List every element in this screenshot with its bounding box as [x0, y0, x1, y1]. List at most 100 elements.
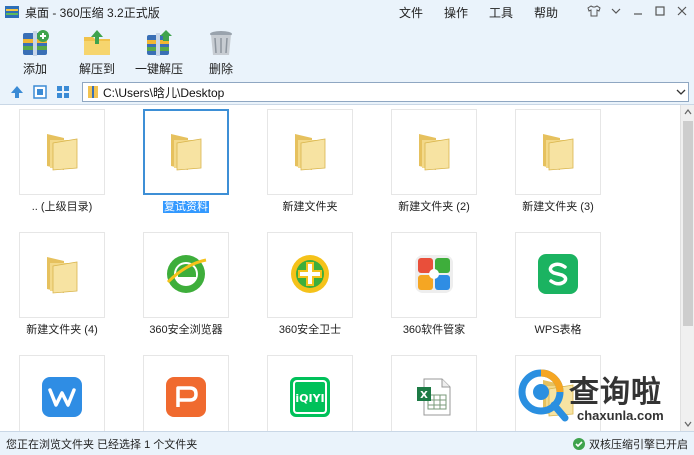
file-thumbnail: iQIYI	[267, 355, 353, 431]
file-thumbnail	[19, 355, 105, 431]
dropdown-icon	[611, 8, 621, 14]
wps-writer-icon	[40, 375, 84, 422]
file-name: 360安全卫士	[278, 324, 342, 336]
add-label: 添加	[22, 62, 47, 76]
menu-file[interactable]: 文件	[399, 0, 423, 24]
file-name: 新建文件夹 (3)	[522, 201, 594, 213]
file-thumbnail	[515, 109, 601, 195]
engine-status: 双核压缩引擎已开启	[572, 436, 688, 452]
watermark: 查询啦 chaxunla.com	[517, 364, 687, 434]
file-item[interactable]: 新建文件夹 (2)	[372, 107, 496, 227]
extract-to-button[interactable]: 解压到	[66, 24, 128, 80]
file-item[interactable]	[0, 353, 124, 431]
folder-icon	[292, 130, 328, 175]
folder-icon	[540, 130, 576, 175]
file-item[interactable]: .. (上级目录)	[0, 107, 124, 227]
skin-button[interactable]	[586, 3, 602, 19]
360-safe-icon	[288, 252, 332, 299]
chevron-down-icon[interactable]	[676, 88, 686, 96]
app-icon	[5, 6, 19, 18]
file-item[interactable]: iQIYI	[248, 353, 372, 431]
minimize-icon	[634, 13, 642, 15]
file-item[interactable]: 360软件管家	[372, 230, 496, 350]
file-name: WPS表格	[534, 324, 582, 336]
one-click-extract-button[interactable]: 一键解压	[128, 24, 190, 80]
iqiyi-icon: iQIYI	[288, 375, 332, 422]
wps-spreadsheet-icon	[536, 252, 580, 299]
grid-view-icon[interactable]	[55, 84, 71, 100]
address-bar: C:\Users\晗儿\Desktop	[0, 80, 694, 105]
extract-folder-icon	[84, 30, 110, 55]
menu-tools[interactable]: 工具	[489, 0, 513, 24]
file-name: 360软件管家	[402, 324, 466, 336]
window-controls	[586, 3, 690, 19]
file-name: 复试资料	[163, 201, 209, 213]
360-software-manager-icon	[412, 252, 456, 299]
folder-icon	[168, 130, 204, 175]
file-item[interactable]: 新建文件夹 (3)	[496, 107, 620, 227]
folder-zip-icon	[88, 86, 98, 98]
one-click-extract-label: 一键解压	[134, 62, 183, 76]
archive-add-icon	[23, 30, 49, 56]
scroll-up-arrow[interactable]	[681, 105, 694, 119]
file-name: 新建文件夹 (4)	[26, 324, 98, 336]
file-item[interactable]: WPS表格	[496, 230, 620, 350]
folder-icon	[44, 253, 80, 298]
file-thumbnail	[19, 109, 105, 195]
status-text: 您正在浏览文件夹 已经选择 1 个文件夹	[6, 438, 198, 451]
thumbnail-view-icon[interactable]	[32, 84, 48, 100]
maximize-icon	[655, 6, 665, 16]
maximize-button[interactable]	[652, 3, 668, 19]
excel-file-icon: X	[412, 375, 456, 422]
up-arrow-icon[interactable]	[9, 84, 25, 100]
close-icon	[677, 6, 687, 16]
magnifier-logo-icon	[518, 369, 569, 422]
file-thumbnail	[267, 232, 353, 318]
toolbar: 添加 解压到 一键解压 删除	[0, 24, 694, 80]
svg-text:X: X	[420, 390, 428, 401]
file-thumbnail	[143, 109, 229, 195]
menu-operation[interactable]: 操作	[444, 0, 468, 24]
file-thumbnail	[267, 109, 353, 195]
dual-core-icon	[573, 438, 585, 450]
file-item[interactable]: 360安全卫士	[248, 230, 372, 350]
file-thumbnail: X	[391, 355, 477, 431]
svg-text:iQIYI: iQIYI	[295, 392, 324, 405]
file-item[interactable]: 新建文件夹 (4)	[0, 230, 124, 350]
file-name: 360安全浏览器	[149, 324, 223, 336]
file-thumbnail	[391, 232, 477, 318]
file-item[interactable]	[124, 353, 248, 431]
extract-to-label: 解压到	[78, 62, 115, 76]
engine-status-text: 双核压缩引擎已开启	[589, 439, 688, 451]
file-thumbnail	[143, 232, 229, 318]
file-name: 新建文件夹	[282, 201, 338, 213]
file-name: 新建文件夹 (2)	[398, 201, 470, 213]
file-item[interactable]: 新建文件夹	[248, 107, 372, 227]
menu-button[interactable]	[608, 3, 624, 19]
wps-presentation-icon	[164, 375, 208, 422]
file-name: .. (上级目录)	[31, 201, 93, 213]
close-button[interactable]	[674, 3, 690, 19]
360-browser-icon	[164, 252, 208, 299]
path-text: C:\Users\晗儿\Desktop	[103, 85, 225, 100]
file-item[interactable]: 复试资料	[124, 107, 248, 227]
add-button[interactable]: 添加	[4, 24, 66, 80]
window-title: 桌面 - 360压缩 3.2正式版	[25, 5, 160, 20]
file-thumbnail	[391, 109, 477, 195]
file-item[interactable]: 360安全浏览器	[124, 230, 248, 350]
menu-help[interactable]: 帮助	[534, 0, 558, 24]
file-thumbnail	[19, 232, 105, 318]
folder-icon	[416, 130, 452, 175]
archive-extract-icon	[147, 30, 172, 56]
scroll-thumb[interactable]	[683, 121, 693, 326]
file-item[interactable]: X	[372, 353, 496, 431]
delete-button[interactable]: 删除	[190, 24, 252, 80]
shirt-icon	[587, 5, 601, 17]
trash-icon	[210, 31, 232, 55]
watermark-url: chaxunla.com	[577, 408, 664, 423]
scroll-up-icon	[684, 109, 692, 115]
delete-label: 删除	[208, 62, 233, 76]
minimize-button[interactable]	[630, 3, 646, 19]
path-input[interactable]: C:\Users\晗儿\Desktop	[82, 82, 689, 102]
status-bar: 您正在浏览文件夹 已经选择 1 个文件夹 双核压缩引擎已开启	[0, 431, 694, 455]
